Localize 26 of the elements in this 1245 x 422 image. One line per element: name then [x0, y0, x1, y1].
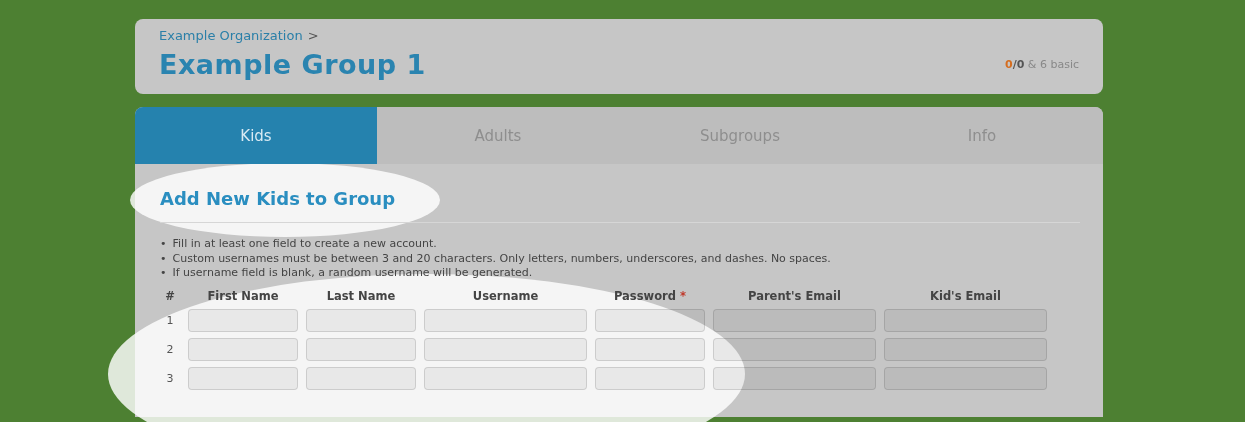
column-header: Password *: [613, 288, 687, 303]
quota-used: 0: [1005, 58, 1013, 71]
column-header: #: [164, 288, 176, 303]
column-header: First Name: [206, 288, 280, 303]
note-item: Custom usernames must be between 3 and 20 characters. Only letters, numbers, underscores, and dashes. No spaces.: [172, 251, 831, 266]
column-header: Username: [471, 288, 540, 303]
column-header: Kid's Email: [929, 288, 1002, 303]
quota-slash: /: [1012, 58, 1017, 71]
breadcrumb-link[interactable]: Example Organization: [159, 28, 303, 43]
quota-text: & 6 basic: [1026, 58, 1079, 71]
column-header: Last Name: [325, 288, 397, 303]
note-item: If username field is blank, a random username will be generated.: [172, 266, 533, 281]
tab[interactable]: Kids: [135, 107, 377, 164]
required-mark: *: [680, 288, 686, 303]
bullet: •: [160, 266, 167, 281]
row-number: 2: [165, 342, 175, 356]
group-title: Example Group 1: [159, 49, 426, 80]
breadcrumb-separator: >: [307, 28, 319, 43]
row-number: 1: [165, 313, 175, 327]
bullet: •: [160, 251, 167, 266]
row-number: 3: [165, 371, 175, 385]
bullet: •: [160, 237, 167, 252]
quota-total: 0: [1016, 58, 1025, 71]
note-item: Fill in at least one field to create a new account.: [172, 237, 437, 252]
section-title: Add New Kids to Group: [160, 164, 1080, 223]
column-header: Parent's Email: [747, 288, 842, 303]
